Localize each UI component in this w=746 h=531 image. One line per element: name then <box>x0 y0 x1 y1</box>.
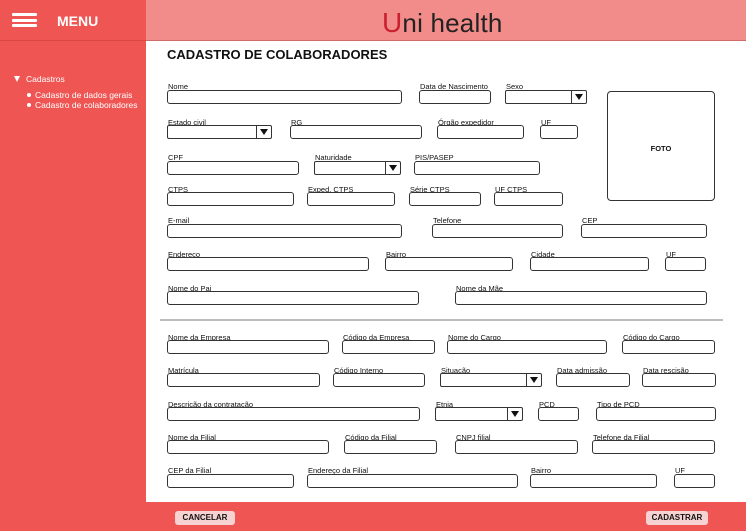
data-admissao-input[interactable] <box>556 373 630 387</box>
nome-filial-input[interactable] <box>167 440 329 454</box>
nav-item-label: Cadastro de colaboradores <box>35 100 138 110</box>
exped-ctps-input[interactable] <box>307 192 395 206</box>
hamburger-menu-icon[interactable] <box>12 13 37 27</box>
tipo-pcd-input[interactable] <box>596 407 716 421</box>
bairro-filial-input[interactable] <box>530 474 657 488</box>
photo-upload-box[interactable]: FOTO <box>607 91 715 201</box>
dropdown-arrow-icon <box>571 91 586 103</box>
footer-bar: CANCELAR CADASTRAR <box>146 502 746 531</box>
logo-text: ni health <box>402 8 503 38</box>
cancel-button[interactable]: CANCELAR <box>175 511 235 525</box>
bairro-input[interactable] <box>385 257 513 271</box>
nome-empresa-input[interactable] <box>167 340 329 354</box>
telefone-filial-input[interactable] <box>592 440 715 454</box>
dropdown-arrow-icon <box>526 374 541 386</box>
cnpj-filial-input[interactable] <box>455 440 578 454</box>
nav-item-cadastro-colaboradores[interactable]: Cadastro de colaboradores <box>27 100 138 110</box>
sexo-select[interactable] <box>505 90 587 104</box>
matricula-input[interactable] <box>167 373 320 387</box>
menu-label: MENU <box>57 13 99 29</box>
dropdown-arrow-icon <box>385 162 400 174</box>
data-rescisao-input[interactable] <box>642 373 716 387</box>
serie-ctps-input[interactable] <box>409 192 481 206</box>
page-title: CADASTRO DE COLABORADORES <box>167 47 388 62</box>
nome-cargo-input[interactable] <box>447 340 607 354</box>
nome-mae-input[interactable] <box>455 291 707 305</box>
codigo-cargo-input[interactable] <box>622 340 715 354</box>
caret-down-icon <box>14 76 20 82</box>
uf-endereco-input[interactable] <box>665 257 706 271</box>
situacao-select[interactable] <box>440 373 542 387</box>
codigo-empresa-input[interactable] <box>342 340 435 354</box>
nav-item-label: Cadastro de dados gerais <box>35 90 133 100</box>
nome-pai-input[interactable] <box>167 291 419 305</box>
cep-input[interactable] <box>581 224 707 238</box>
bullet-icon <box>27 93 31 97</box>
estado-civil-select[interactable] <box>167 125 272 139</box>
menu-bar: MENU <box>0 0 146 41</box>
uni-health-logo: Uni health <box>382 7 503 39</box>
cidade-input[interactable] <box>530 257 649 271</box>
pcd-input[interactable] <box>538 407 579 421</box>
dropdown-arrow-icon <box>256 126 271 138</box>
telefone-input[interactable] <box>432 224 563 238</box>
rg-input[interactable] <box>290 125 422 139</box>
dropdown-arrow-icon <box>507 408 522 420</box>
codigo-filial-input[interactable] <box>344 440 437 454</box>
codigo-interno-input[interactable] <box>333 373 425 387</box>
endereco-filial-input[interactable] <box>307 474 518 488</box>
section-divider <box>160 319 723 321</box>
bullet-icon <box>27 103 31 107</box>
logo-mark: U <box>382 7 403 38</box>
top-bar: Uni health <box>146 0 746 41</box>
endereco-input[interactable] <box>167 257 369 271</box>
nome-input[interactable] <box>167 90 402 104</box>
data-nascimento-input[interactable] <box>419 90 491 104</box>
email-input[interactable] <box>167 224 402 238</box>
nav-item-cadastros[interactable]: Cadastros <box>14 74 65 84</box>
etnia-select[interactable] <box>435 407 523 421</box>
cep-filial-input[interactable] <box>167 474 294 488</box>
photo-label: FOTO <box>650 144 672 153</box>
uf-ctps-input[interactable] <box>494 192 563 206</box>
uf-filial-input[interactable] <box>674 474 715 488</box>
pis-pasep-input[interactable] <box>414 161 540 175</box>
nav-item-label: Cadastros <box>26 74 65 84</box>
cpf-input[interactable] <box>167 161 299 175</box>
orgao-expedidor-input[interactable] <box>437 125 524 139</box>
ctps-input[interactable] <box>167 192 294 206</box>
descricao-contratacao-input[interactable] <box>167 407 420 421</box>
submit-button[interactable]: CADASTRAR <box>646 511 708 525</box>
sidebar: MENU Cadastros Cadastro de dados gerais … <box>0 0 146 531</box>
uf-rg-input[interactable] <box>540 125 578 139</box>
nav-item-cadastro-dados-gerais[interactable]: Cadastro de dados gerais <box>27 90 132 100</box>
naturalidade-select[interactable] <box>314 161 401 175</box>
